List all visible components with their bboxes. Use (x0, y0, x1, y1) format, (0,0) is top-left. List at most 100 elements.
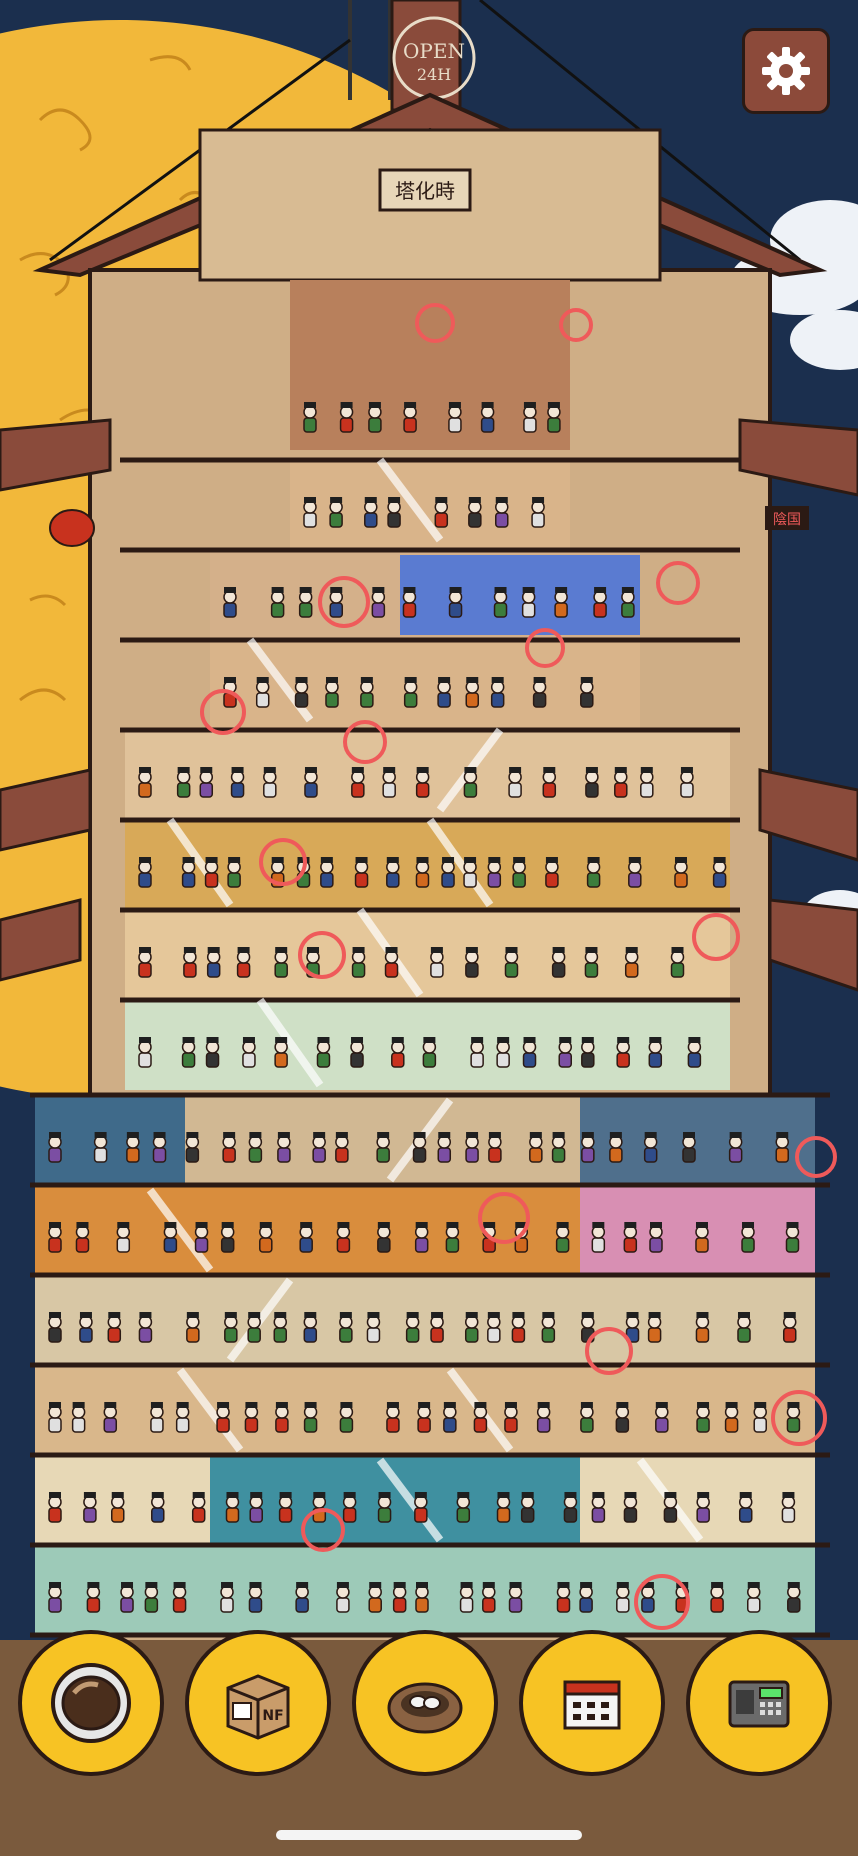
character (403, 677, 418, 708)
character (695, 1312, 710, 1343)
character (392, 1582, 407, 1613)
character (278, 1492, 293, 1523)
character (437, 677, 451, 708)
character (480, 402, 495, 433)
character (532, 677, 547, 708)
character (366, 1312, 381, 1343)
character (468, 497, 482, 528)
character (351, 767, 365, 798)
character (782, 1312, 797, 1343)
character (151, 1492, 165, 1523)
character (621, 587, 635, 618)
character (465, 947, 479, 978)
character (448, 402, 462, 433)
helmet-button[interactable] (18, 1630, 164, 1776)
character (616, 1582, 630, 1613)
character (144, 1582, 159, 1613)
character (270, 587, 285, 618)
character (747, 1582, 761, 1613)
character (172, 1582, 187, 1613)
character (724, 1402, 739, 1433)
character (465, 677, 480, 708)
character (350, 1037, 364, 1068)
character (255, 677, 270, 708)
game-scene[interactable]: OPEN 24H 塔化時 陰国 (0, 0, 858, 1856)
character (402, 587, 417, 618)
bottom-toolbar: NF (0, 1630, 858, 1780)
open-hours-text: 24H (417, 65, 451, 84)
character (437, 1132, 452, 1163)
character (312, 1492, 327, 1523)
character (103, 1402, 118, 1433)
character (138, 947, 152, 978)
character (696, 1402, 710, 1433)
astronaut-helmet-icon (51, 1663, 131, 1743)
character (520, 1492, 535, 1523)
character (728, 1132, 743, 1163)
character (430, 1312, 444, 1343)
character (465, 1132, 479, 1163)
character (490, 677, 505, 708)
character (615, 1402, 630, 1433)
character (434, 497, 449, 528)
character (199, 767, 214, 798)
character (230, 767, 245, 798)
character (368, 1582, 382, 1613)
character (384, 947, 399, 978)
character (126, 1132, 140, 1163)
calendar-button[interactable] (519, 1630, 665, 1776)
character (325, 677, 339, 708)
character (242, 1037, 256, 1068)
character (496, 1492, 511, 1523)
character (225, 1492, 240, 1523)
character (674, 857, 688, 888)
character (531, 497, 545, 528)
character (403, 402, 417, 433)
character (580, 677, 594, 708)
side-plaque-text: 陰国 (773, 512, 801, 528)
settings-button[interactable] (742, 28, 830, 114)
character (312, 1132, 326, 1163)
character (175, 1402, 190, 1433)
safe-button[interactable] (686, 1630, 832, 1776)
character (542, 767, 557, 798)
character (71, 1402, 86, 1433)
nest-eggs-icon (387, 1682, 463, 1734)
character (405, 1312, 420, 1343)
gear-icon (762, 47, 810, 95)
character (581, 1037, 595, 1068)
character (609, 1132, 623, 1163)
character (111, 1492, 125, 1523)
character (786, 1402, 801, 1433)
calendar-icon (563, 1680, 621, 1730)
character (551, 1132, 566, 1163)
character (339, 402, 354, 433)
character (643, 1132, 658, 1163)
character (787, 1582, 801, 1613)
character (304, 767, 318, 798)
character (641, 1582, 655, 1613)
character (414, 1492, 428, 1523)
character (741, 1222, 755, 1253)
character (194, 1222, 209, 1253)
character (376, 1132, 390, 1163)
character (351, 947, 366, 978)
character (785, 1222, 800, 1253)
character (753, 1402, 767, 1433)
character (295, 1582, 309, 1613)
character (48, 1312, 62, 1343)
character (48, 1132, 62, 1163)
character (204, 857, 219, 888)
character (181, 1037, 196, 1068)
character (495, 497, 509, 528)
nest-button[interactable] (352, 1630, 498, 1776)
character (586, 857, 601, 888)
character (294, 677, 309, 708)
package-button[interactable]: NF (185, 1630, 331, 1776)
box-label: NF (262, 1708, 283, 1724)
character (737, 1312, 751, 1343)
character (581, 1132, 595, 1163)
character (414, 1222, 429, 1253)
character (336, 1582, 350, 1613)
character (303, 497, 317, 528)
